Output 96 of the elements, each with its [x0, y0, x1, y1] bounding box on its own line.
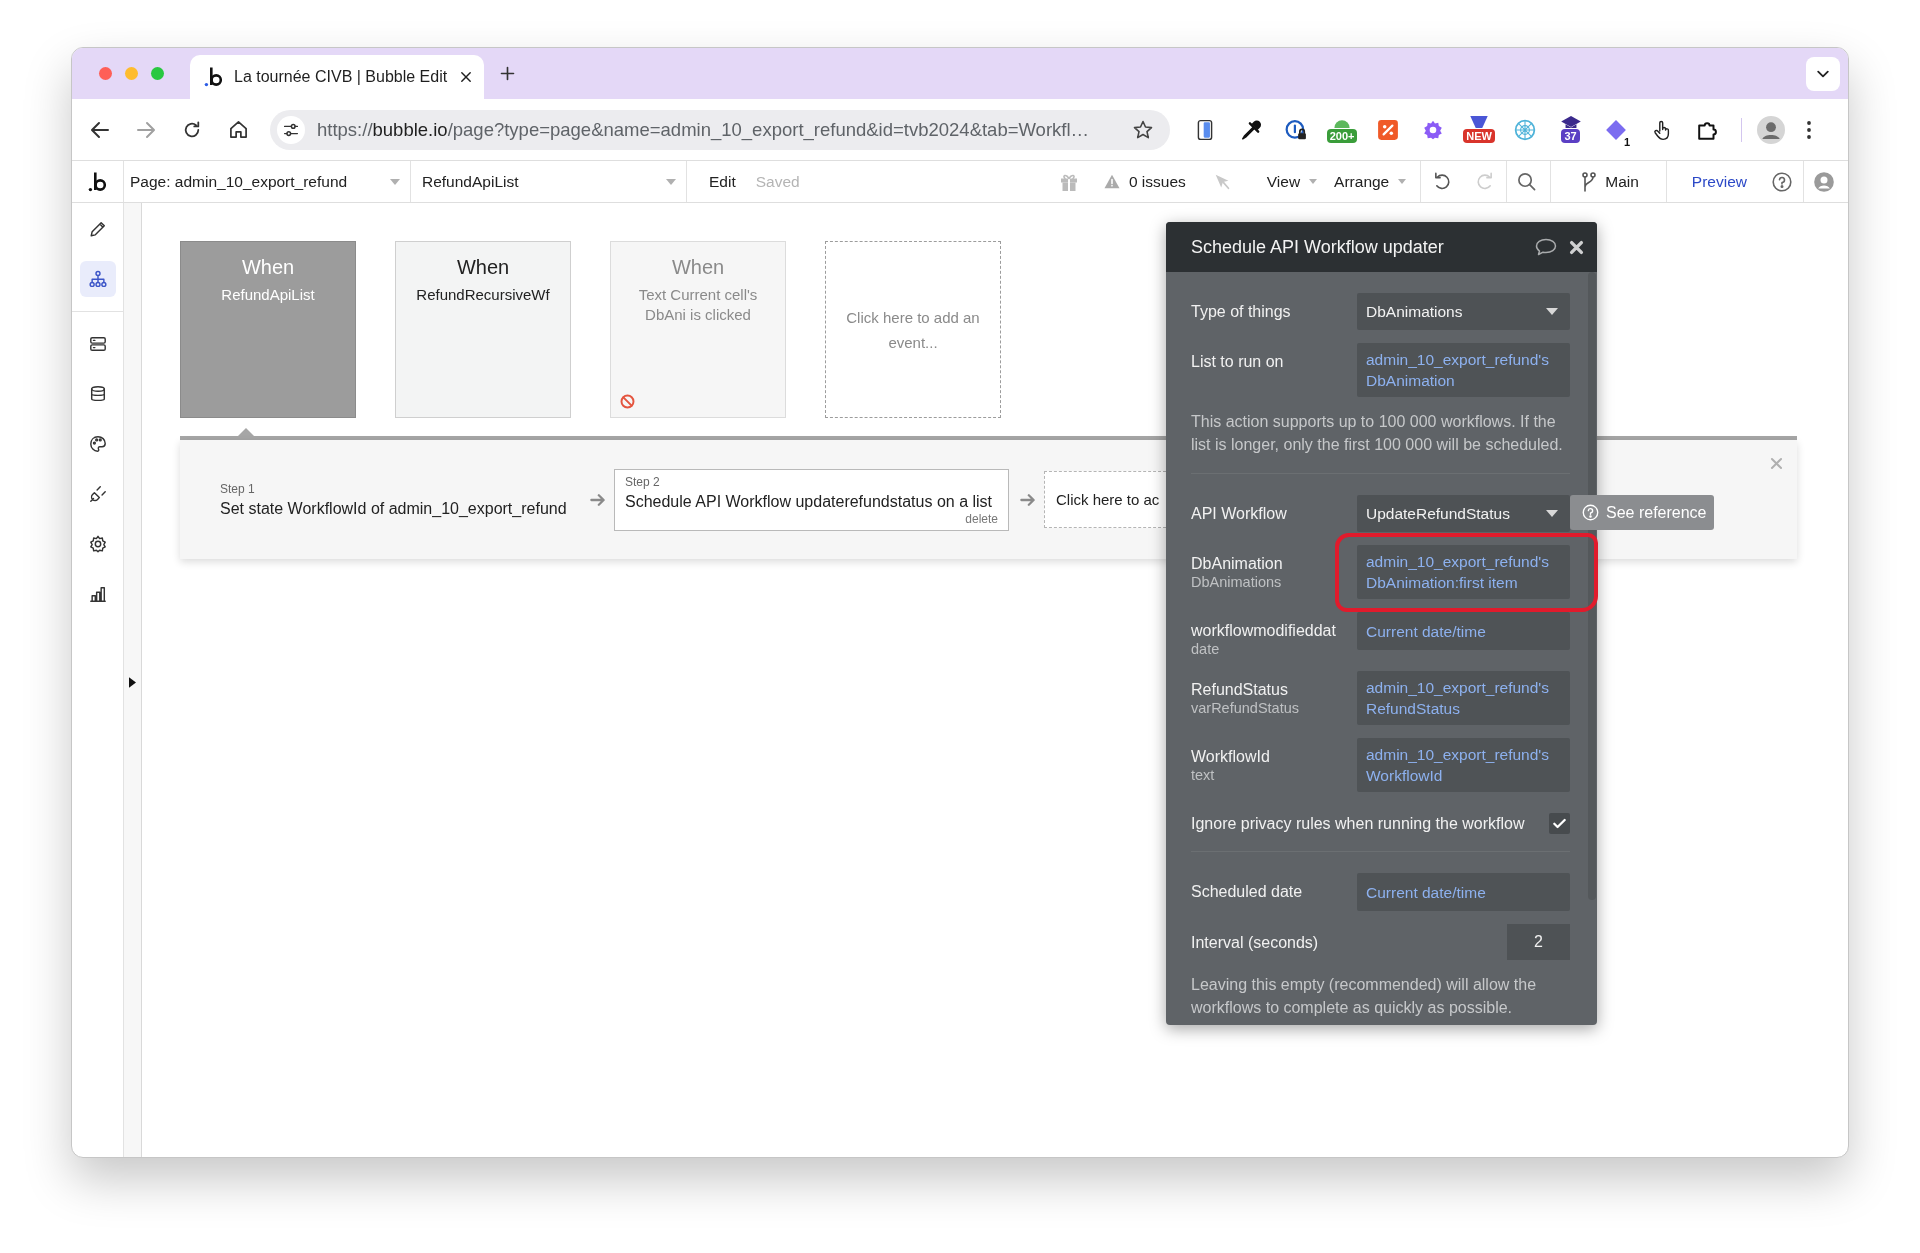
- action-step[interactable]: Step 1 Set state WorkflowId of admin_10_export_refund: [219, 476, 579, 523]
- dropdown[interactable]: UpdateRefundStatus: [1357, 495, 1570, 532]
- add-event-button[interactable]: Click here to add an event...: [825, 241, 1001, 418]
- panel-title: Schedule API Workflow updater: [1191, 236, 1445, 258]
- site-settings-button[interactable]: [277, 115, 305, 144]
- field-label: Interval (seconds): [1191, 932, 1319, 952]
- profile-icon[interactable]: [1814, 171, 1834, 192]
- field-label: RefundStatus: [1191, 680, 1289, 699]
- expression-field[interactable]: admin_10_export_refund's DbAnimation:first item: [1357, 545, 1570, 599]
- arrow-right-icon: [1020, 492, 1035, 507]
- search-icon[interactable]: [1517, 172, 1537, 191]
- help-note: This action supports up to 100 000 workflows. If the list is longer, only the first 100 000 will be scheduled.: [1191, 412, 1564, 455]
- caret-down-icon: [1546, 308, 1558, 315]
- delete-link[interactable]: delete: [965, 511, 998, 526]
- back-arrow-icon[interactable]: [90, 120, 110, 139]
- url-text: https://bubble.io/page?type=page&name=admin_10_export_refund&id=tvb2024&tab=Workfl…: [317, 118, 1090, 141]
- close-icon[interactable]: [460, 71, 472, 83]
- forward-arrow-icon[interactable]: [136, 120, 156, 139]
- caret-down-icon: [1398, 179, 1407, 184]
- help-icon: [1582, 504, 1599, 521]
- number-field[interactable]: 2: [1507, 924, 1570, 960]
- action-step[interactable]: Step 2 Schedule API Workflow updaterefundstatus on a list delete: [614, 468, 1009, 531]
- count-badge: 200+: [1326, 129, 1358, 143]
- caret-down-icon: [666, 178, 676, 185]
- graduation-cap-icon[interactable]: [1559, 116, 1582, 128]
- settings-icon: [88, 535, 107, 553]
- gear-icon[interactable]: [1422, 118, 1445, 141]
- percent-tile-icon[interactable]: [1376, 118, 1399, 141]
- field-label: DbAnimation: [1191, 554, 1284, 573]
- view-menu[interactable]: View: [1266, 172, 1318, 191]
- add-action-button[interactable]: Click here to ac: [1044, 471, 1166, 528]
- dropdown[interactable]: DbAnimations: [1357, 293, 1570, 330]
- help-icon[interactable]: [1772, 171, 1792, 192]
- caret-down-icon: [1309, 179, 1318, 184]
- field-label: List to run on: [1191, 352, 1285, 371]
- field-label: Ignore privacy rules when running the workflow: [1191, 814, 1525, 833]
- warning-icon: [1103, 174, 1120, 189]
- arrow-right-icon: [590, 492, 605, 507]
- hierarchy-icon: [88, 270, 107, 288]
- issues-count[interactable]: 0 issues: [1128, 172, 1186, 191]
- more-menu-icon[interactable]: [1806, 120, 1811, 139]
- save-status: Saved: [755, 171, 800, 192]
- database-icon: [88, 385, 107, 403]
- field-type: varRefundStatus: [1191, 699, 1300, 717]
- expression-field[interactable]: admin_10_export_refund's DbAnimation: [1357, 343, 1570, 397]
- checkbox[interactable]: [1549, 813, 1570, 834]
- field-label: Scheduled date: [1191, 882, 1304, 901]
- edit-menu[interactable]: Edit: [709, 161, 736, 202]
- palette-icon: [88, 435, 107, 453]
- caret-down-icon: [1546, 510, 1558, 517]
- reload-icon[interactable]: [183, 120, 201, 139]
- plus-icon[interactable]: [500, 66, 515, 81]
- avatar-icon[interactable]: [1756, 115, 1785, 144]
- expand-triangle-icon[interactable]: [129, 677, 136, 688]
- logo-icon[interactable]: [204, 66, 224, 88]
- preview-link[interactable]: Preview: [1691, 172, 1747, 191]
- caret-down-icon: [390, 178, 400, 185]
- comment-icon[interactable]: [1535, 238, 1557, 256]
- count-text: 1: [1624, 135, 1631, 148]
- workflow-selector[interactable]: RefundApiList: [411, 161, 687, 202]
- server-icon: [88, 335, 107, 353]
- event-card[interactable]: When RefundRecursiveWf: [395, 241, 571, 418]
- sidebar-tab[interactable]: [79, 261, 116, 297]
- expression-field[interactable]: Current date/time: [1357, 612, 1570, 650]
- field-label: WorkflowId: [1191, 747, 1271, 766]
- label-badge: NEW: [1463, 129, 1495, 143]
- field-label: API Workflow: [1191, 504, 1288, 523]
- checkmark-icon: [1553, 818, 1566, 829]
- field-type: date: [1191, 640, 1221, 658]
- branch-menu[interactable]: Main: [1582, 171, 1639, 192]
- page-selector[interactable]: Page: admin_10_export_refund: [124, 161, 411, 202]
- sliders-icon: [283, 121, 299, 138]
- bar-chart-icon: [88, 585, 107, 603]
- plug-icon: [88, 485, 107, 503]
- chevron-down-icon: [1817, 69, 1829, 78]
- lock-circle-icon[interactable]: [1285, 118, 1308, 141]
- address-bar[interactable]: https://bubble.io/page?type=page&name=admin_10_export_refund&id=tvb2024&tab=Workfl…: [270, 109, 1170, 150]
- expression-field[interactable]: admin_10_export_refund's RefundStatus: [1357, 671, 1570, 725]
- home-icon[interactable]: [228, 120, 248, 139]
- field-type: text: [1191, 766, 1216, 784]
- scrollbar-thumb[interactable]: [1588, 272, 1596, 900]
- browser-tab[interactable]: La tournée CIVB | Bubble Edit: [190, 55, 484, 99]
- field-type: DbAnimations: [1191, 573, 1283, 591]
- field-label: Type of things: [1191, 302, 1292, 321]
- pencil-icon: [88, 220, 107, 238]
- help-note: Leaving this empty (recommended) will allow the workflows to complete as quickly as possible.: [1191, 975, 1538, 1018]
- eyedropper-icon[interactable]: [1239, 118, 1262, 141]
- star-icon[interactable]: [1133, 119, 1153, 140]
- expression-field[interactable]: Current date/time: [1357, 873, 1570, 911]
- disabled-icon: [620, 394, 635, 409]
- count-badge: 37: [1561, 129, 1580, 143]
- field-label: workflowmodifieddat: [1191, 621, 1337, 640]
- branch-icon: [1582, 171, 1597, 192]
- arrange-menu[interactable]: Arrange: [1334, 172, 1407, 191]
- expression-field[interactable]: admin_10_export_refund's WorkflowId: [1357, 738, 1570, 792]
- logo-icon[interactable]: [87, 170, 108, 193]
